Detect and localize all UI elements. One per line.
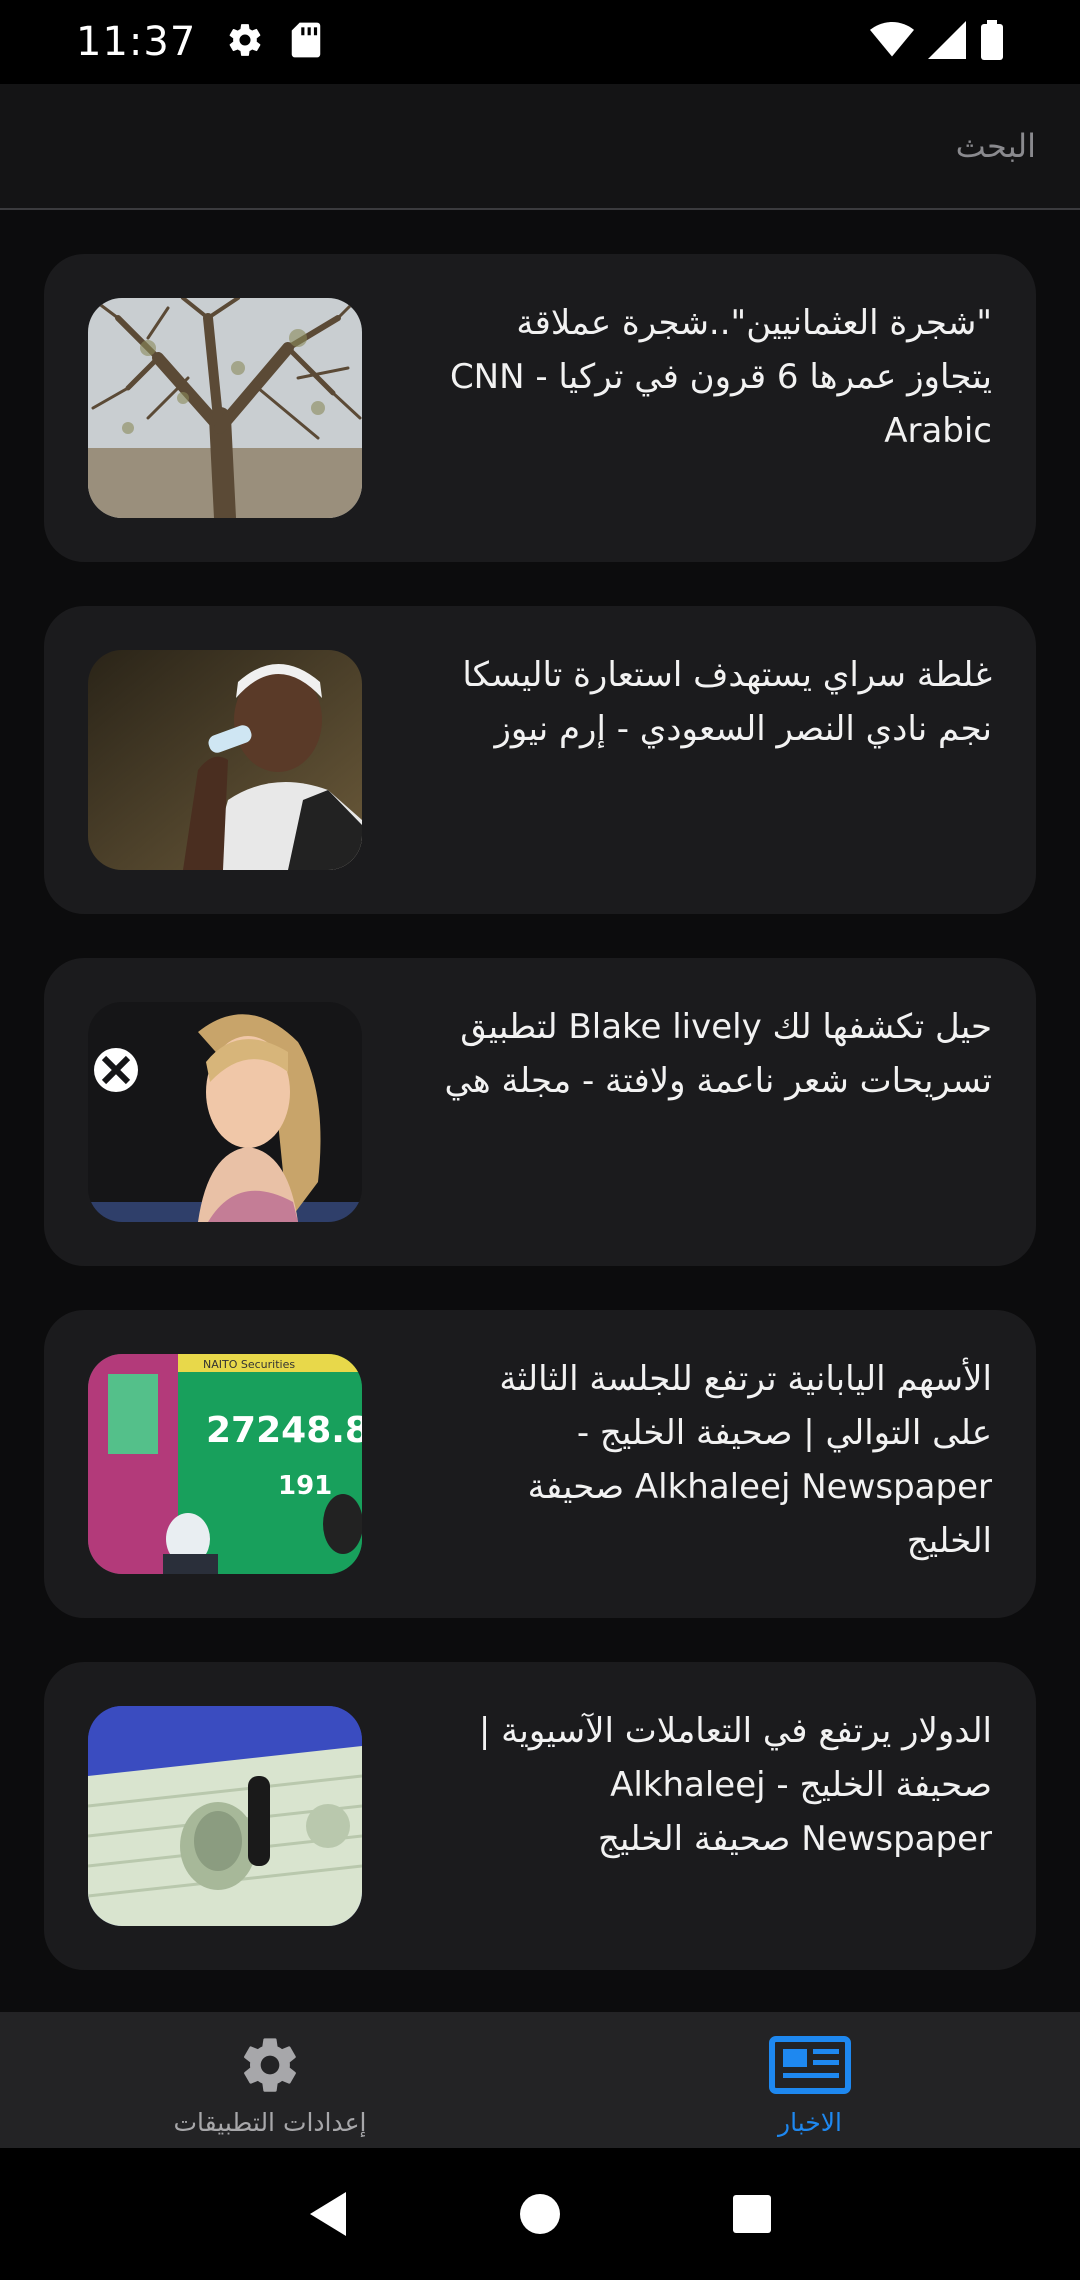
- nav-label: الاخبار: [778, 2108, 842, 2137]
- dollar-bills-photo: [88, 1706, 362, 1926]
- back-icon[interactable]: [296, 2182, 360, 2246]
- thumb-index-value: 27248.87: [206, 1410, 362, 1451]
- news-title: غلطة سراي يستهدف استعارة تاليسكا نجم ناد…: [462, 655, 992, 749]
- wifi-icon: [870, 21, 914, 63]
- news-title: "شجرة العثمانيين"..شجرة عملاقة يتجاوز عم…: [449, 303, 992, 451]
- nav-news[interactable]: الاخبار: [540, 2012, 1080, 2148]
- news-thumbnail: [88, 650, 362, 870]
- tree-photo: [88, 298, 362, 518]
- news-feed[interactable]: "شجرة العثمانيين"..شجرة عملاقة يتجاوز عم…: [0, 212, 1080, 2012]
- news-thumbnail: NAITO Securities 27248.87 191: [88, 1354, 362, 1574]
- sd-card-icon: [290, 21, 322, 63]
- search-input[interactable]: [0, 106, 1036, 186]
- home-icon[interactable]: [508, 2182, 572, 2246]
- thumb-broker-label: NAITO Securities: [203, 1358, 295, 1371]
- news-thumbnail: [88, 1002, 362, 1222]
- status-bar: 11:37: [0, 0, 1080, 84]
- recents-icon[interactable]: [720, 2182, 784, 2246]
- news-thumbnail: [88, 298, 362, 518]
- status-time: 11:37: [76, 19, 197, 65]
- news-thumbnail: [88, 1706, 362, 1926]
- system-navigation-bar: [0, 2148, 1080, 2280]
- news-title: الدولار يرتفع في التعاملات الآسيوية | صح…: [478, 1711, 992, 1859]
- news-card[interactable]: NAITO Securities 27248.87 191 الأسهم الي…: [44, 1310, 1036, 1618]
- news-card[interactable]: حيل تكشفها لك Blake lively لتطبيق تسريحا…: [44, 958, 1036, 1266]
- football-player-photo: [88, 650, 362, 870]
- news-title: حيل تكشفها لك Blake lively لتطبيق تسريحا…: [444, 1007, 992, 1101]
- gear-icon: [226, 21, 264, 63]
- app-screen: 11:37 البحث "شجرة العثمانيين"..شجرة عملا…: [0, 0, 1080, 2280]
- thumb-change-value: 191: [278, 1471, 332, 1501]
- bottom-navigation: إعدادات التطبيقات الاخبار: [0, 2012, 1080, 2148]
- nav-label: إعدادات التطبيقات: [173, 2108, 367, 2137]
- battery-icon: [980, 20, 1004, 64]
- news-card[interactable]: غلطة سراي يستهدف استعارة تاليسكا نجم ناد…: [44, 606, 1036, 914]
- celebrity-photo: [88, 1002, 362, 1222]
- news-card[interactable]: "شجرة العثمانيين"..شجرة عملاقة يتجاوز عم…: [44, 254, 1036, 562]
- stock-board-photo: NAITO Securities 27248.87 191: [88, 1354, 362, 1574]
- signal-icon: [928, 21, 966, 63]
- newspaper-icon: [769, 2030, 851, 2100]
- gear-icon: [238, 2030, 302, 2100]
- nav-app-settings[interactable]: إعدادات التطبيقات: [0, 2012, 540, 2148]
- news-title: الأسهم اليابانية ترتفع للجلسة الثالثة عل…: [499, 1359, 992, 1561]
- search-bar: [0, 84, 1080, 210]
- news-card[interactable]: الدولار يرتفع في التعاملات الآسيوية | صح…: [44, 1662, 1036, 1970]
